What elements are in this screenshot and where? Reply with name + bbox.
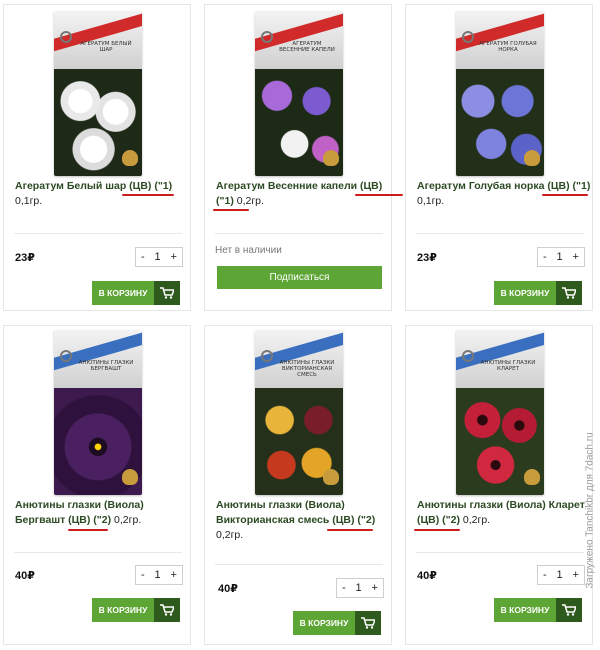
- mascot-icon: [323, 469, 339, 485]
- red-underline: [213, 209, 249, 211]
- divider: [14, 233, 182, 234]
- quantity-stepper[interactable]: - 1 +: [135, 565, 183, 585]
- product-image[interactable]: АГЕРАТУМ Белый шар: [54, 11, 142, 176]
- decrease-button[interactable]: -: [543, 251, 547, 263]
- increase-button[interactable]: +: [171, 251, 177, 263]
- quantity-stepper[interactable]: - 1 +: [537, 247, 585, 267]
- product-card: АНЮТИНЫ ГЛАЗКИ Бергвашт Анютины глазки (…: [3, 325, 191, 645]
- add-to-cart-label: В КОРЗИНУ: [98, 288, 148, 298]
- add-to-cart-label: В КОРЗИНУ: [98, 605, 148, 615]
- add-to-cart-label: В КОРЗИНУ: [299, 618, 349, 628]
- product-price: 40₽: [218, 583, 238, 595]
- mascot-icon: [122, 469, 138, 485]
- quantity-value[interactable]: 1: [557, 569, 563, 581]
- product-image[interactable]: АГЕРАТУМ Голубая норка: [456, 11, 544, 176]
- cart-icon: [154, 598, 180, 622]
- divider: [14, 552, 182, 553]
- increase-button[interactable]: +: [372, 582, 378, 594]
- product-image[interactable]: АНЮТИНЫ ГЛАЗКИ Кларет: [456, 330, 544, 495]
- subscribe-button[interactable]: Подписаться: [217, 266, 382, 289]
- red-underline: [327, 529, 373, 531]
- product-title[interactable]: Анютины глазки (Виола) Бергвашт (ЦВ) ("2…: [15, 498, 193, 528]
- mascot-icon: [524, 150, 540, 166]
- cart-icon: [556, 281, 582, 305]
- cart-icon: [154, 281, 180, 305]
- brand-logo-icon: [261, 31, 273, 43]
- product-price: 40₽: [417, 570, 437, 582]
- decrease-button[interactable]: -: [342, 582, 346, 594]
- red-underline: [68, 529, 108, 531]
- out-of-stock-text: Нет в наличии: [215, 245, 282, 256]
- mascot-icon: [122, 150, 138, 166]
- decrease-button[interactable]: -: [141, 569, 145, 581]
- increase-button[interactable]: +: [171, 569, 177, 581]
- red-underline: [355, 194, 403, 196]
- add-to-cart-button[interactable]: В КОРЗИНУ: [92, 281, 180, 305]
- add-to-cart-button[interactable]: В КОРЗИНУ: [494, 281, 582, 305]
- product-price: 23₽: [417, 252, 437, 264]
- increase-button[interactable]: +: [573, 251, 579, 263]
- product-price: 40₽: [15, 570, 35, 582]
- mascot-icon: [323, 150, 339, 166]
- decrease-button[interactable]: -: [141, 251, 145, 263]
- quantity-stepper[interactable]: - 1 +: [537, 565, 585, 585]
- divider: [215, 233, 383, 234]
- quantity-value[interactable]: 1: [356, 582, 362, 594]
- quantity-stepper[interactable]: - 1 +: [135, 247, 183, 267]
- product-image[interactable]: АГЕРАТУМ Весенние капели: [255, 11, 343, 176]
- watermark: Загружено Tanchikbr для 7dach.ru: [584, 431, 596, 589]
- product-title[interactable]: Анютины глазки (Виола) Кларет (ЦВ) ("2) …: [417, 498, 597, 528]
- cart-icon: [355, 611, 381, 635]
- add-to-cart-button[interactable]: В КОРЗИНУ: [494, 598, 582, 622]
- product-image[interactable]: АНЮТИНЫ ГЛАЗКИ Бергвашт: [54, 330, 142, 495]
- add-to-cart-label: В КОРЗИНУ: [500, 288, 550, 298]
- quantity-value[interactable]: 1: [155, 251, 161, 263]
- quantity-value[interactable]: 1: [557, 251, 563, 263]
- divider: [215, 564, 383, 565]
- quantity-value[interactable]: 1: [155, 569, 161, 581]
- product-price: 23₽: [15, 252, 35, 264]
- divider: [416, 233, 584, 234]
- decrease-button[interactable]: -: [543, 569, 547, 581]
- add-to-cart-label: В КОРЗИНУ: [500, 605, 550, 615]
- quantity-stepper[interactable]: - 1 +: [336, 578, 384, 598]
- divider: [416, 552, 584, 553]
- brand-logo-icon: [462, 31, 474, 43]
- brand-logo-icon: [60, 31, 72, 43]
- cart-icon: [556, 598, 582, 622]
- brand-logo-icon: [60, 350, 72, 362]
- product-card: АГЕРАТУМ Голубая норка Агератум Голубая …: [405, 4, 593, 311]
- red-underline: [122, 194, 174, 196]
- product-image[interactable]: АНЮТИНЫ ГЛАЗКИ Викторианская смесь: [255, 330, 343, 495]
- product-card: АГЕРАТУМ Белый шар Агератум Белый шар (Ц…: [3, 4, 191, 311]
- add-to-cart-button[interactable]: В КОРЗИНУ: [92, 598, 180, 622]
- add-to-cart-button[interactable]: В КОРЗИНУ: [293, 611, 381, 635]
- brand-logo-icon: [462, 350, 474, 362]
- increase-button[interactable]: +: [573, 569, 579, 581]
- red-underline: [542, 194, 588, 196]
- product-card: АНЮТИНЫ ГЛАЗКИ Кларет Анютины глазки (Ви…: [405, 325, 593, 645]
- product-card: АГЕРАТУМ Весенние капели Агератум Весенн…: [204, 4, 403, 311]
- brand-logo-icon: [261, 350, 273, 362]
- mascot-icon: [524, 469, 540, 485]
- product-card: АНЮТИНЫ ГЛАЗКИ Викторианская смесь Анюти…: [204, 325, 392, 645]
- product-title[interactable]: Анютины глазки (Виола) Викторианская сме…: [216, 498, 388, 543]
- red-underline: [414, 529, 460, 531]
